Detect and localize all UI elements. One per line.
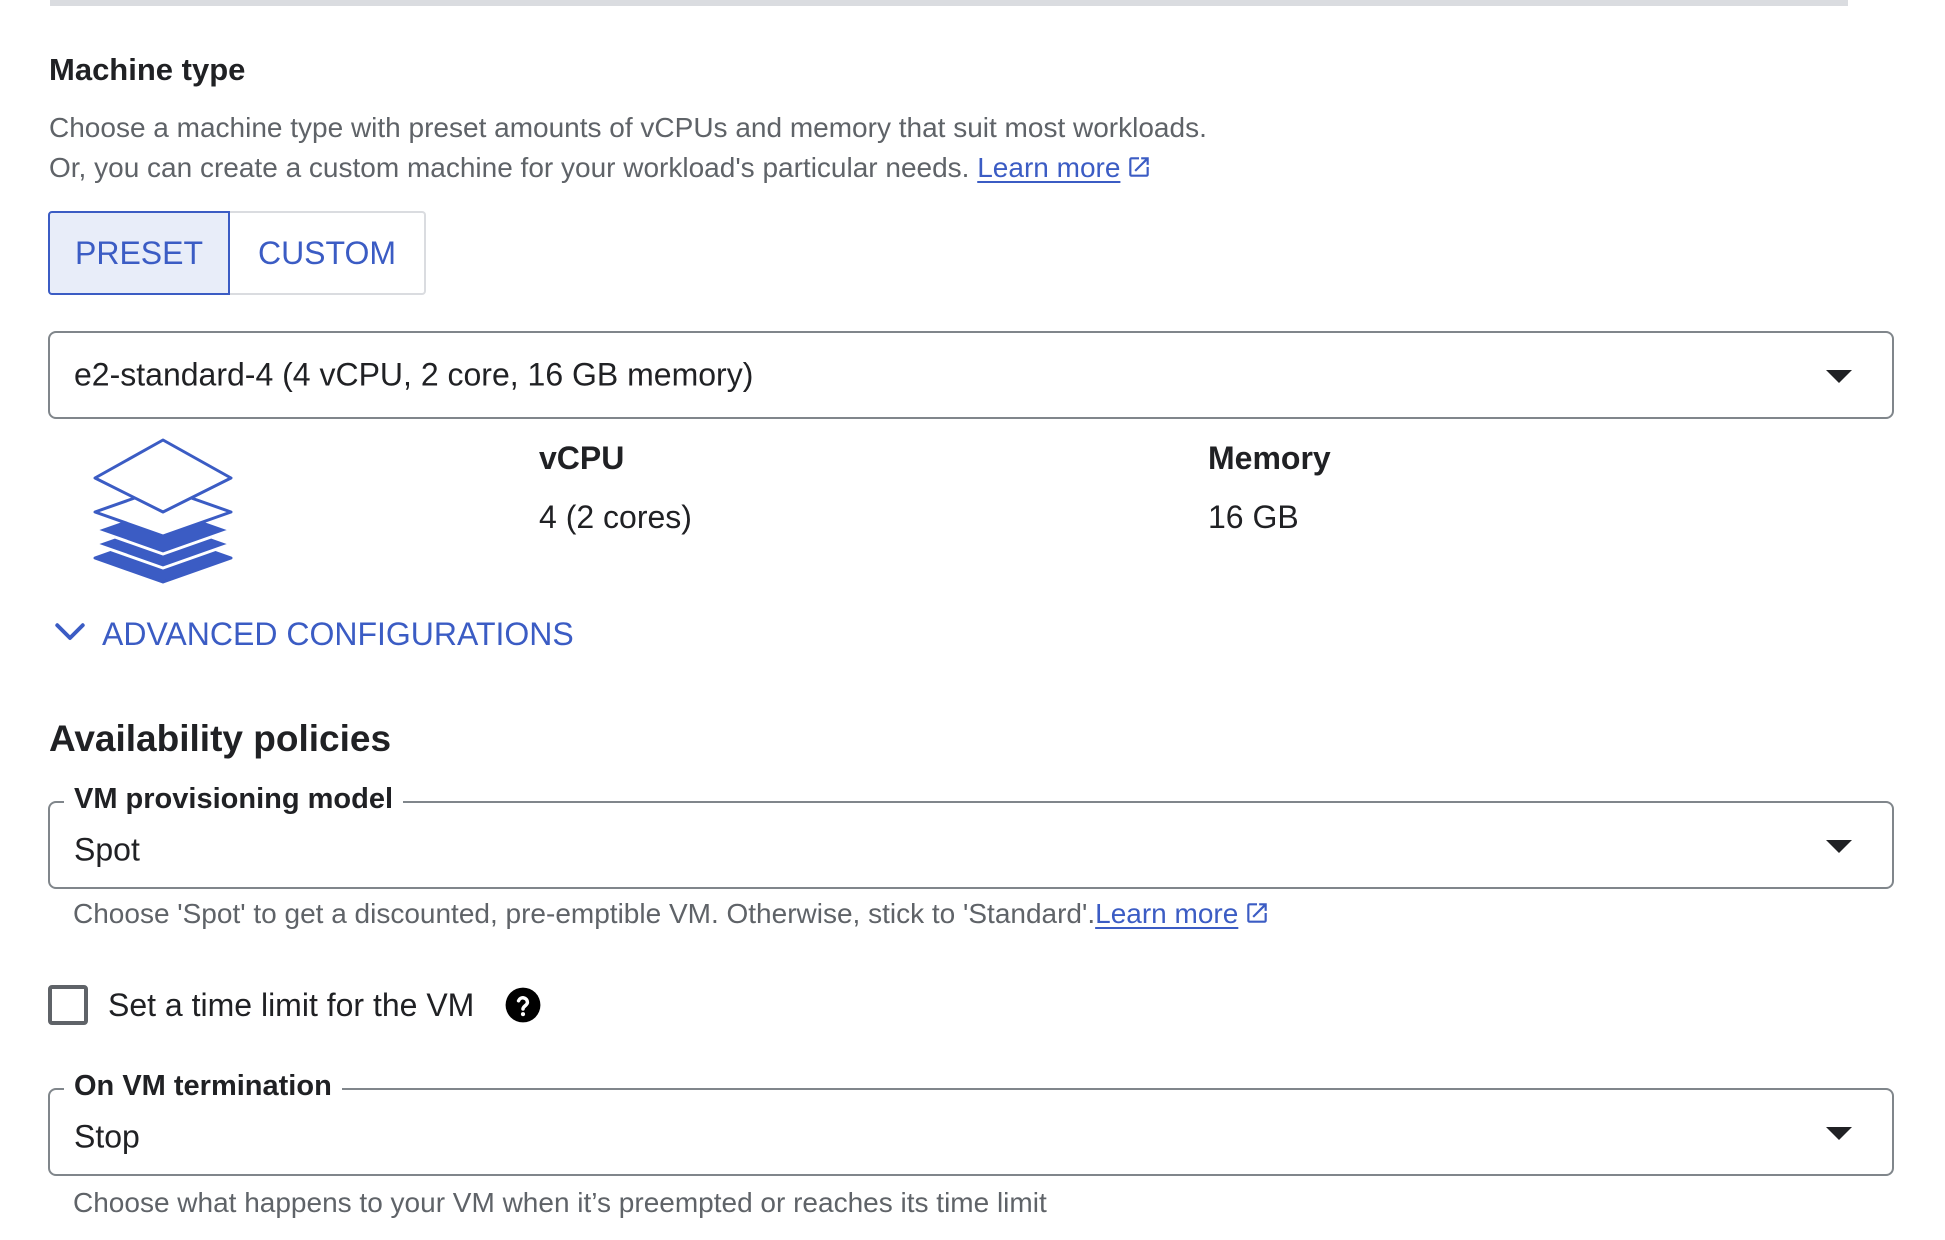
machine-type-value: e2-standard-4 (4 vCPU, 2 core, 16 GB mem…	[74, 356, 754, 393]
stacked-layers-icon	[88, 430, 238, 595]
custom-tab[interactable]: CUSTOM	[230, 211, 426, 295]
preset-tab[interactable]: PRESET	[48, 211, 230, 295]
vm-provisioning-model-label: VM provisioning model	[64, 783, 404, 816]
chevron-down-icon	[52, 614, 88, 655]
external-link-icon[interactable]	[1244, 900, 1270, 933]
external-link-icon[interactable]	[1126, 154, 1152, 187]
machine-type-description-text: Or, you can create a custom machine for …	[49, 152, 970, 183]
machine-config-panel: Machine type Choose a machine type with …	[0, 0, 1945, 1240]
dropdown-arrow-icon	[1826, 840, 1852, 853]
provisioning-learn-more-link[interactable]: Learn more	[1095, 898, 1238, 929]
memory-label: Memory	[1208, 440, 1331, 476]
availability-policies-title: Availability policies	[49, 718, 392, 759]
provisioning-helper-text: Choose 'Spot' to get a discounted, pre-e…	[73, 898, 1096, 929]
on-vm-termination-select[interactable]: On VM termination Stop	[48, 1070, 1894, 1176]
vcpu-value: 4 (2 cores)	[539, 499, 692, 535]
advanced-configurations-toggle[interactable]: ADVANCED CONFIGURATIONS	[52, 614, 574, 655]
memory-value: 16 GB	[1208, 499, 1299, 535]
vcpu-label: vCPU	[539, 440, 625, 476]
time-limit-checkbox[interactable]	[48, 985, 88, 1025]
time-limit-label[interactable]: Set a time limit for the VM	[108, 987, 474, 1024]
help-icon[interactable]	[504, 986, 542, 1024]
top-divider	[50, 0, 1848, 6]
termination-helper: Choose what happens to your VM when it’s…	[73, 1187, 1047, 1218]
time-limit-row: Set a time limit for the VM	[48, 985, 542, 1025]
machine-type-title: Machine type	[49, 52, 246, 87]
machine-type-description-2: Or, you can create a custom machine for …	[49, 152, 1152, 187]
machine-type-toggle: PRESET CUSTOM	[48, 211, 426, 295]
machine-type-description: Choose a machine type with preset amount…	[49, 112, 1207, 143]
on-vm-termination-value: Stop	[74, 1118, 140, 1155]
provisioning-helper: Choose 'Spot' to get a discounted, pre-e…	[73, 898, 1270, 933]
on-vm-termination-label: On VM termination	[64, 1070, 342, 1103]
dropdown-arrow-icon	[1826, 1127, 1852, 1140]
vm-provisioning-model-select[interactable]: VM provisioning model Spot	[48, 783, 1894, 889]
learn-more-link[interactable]: Learn more	[977, 152, 1120, 183]
dropdown-arrow-icon	[1826, 370, 1852, 383]
vm-provisioning-model-value: Spot	[74, 831, 140, 868]
advanced-configurations-label: ADVANCED CONFIGURATIONS	[102, 616, 574, 652]
machine-type-select[interactable]: e2-standard-4 (4 vCPU, 2 core, 16 GB mem…	[48, 331, 1894, 419]
